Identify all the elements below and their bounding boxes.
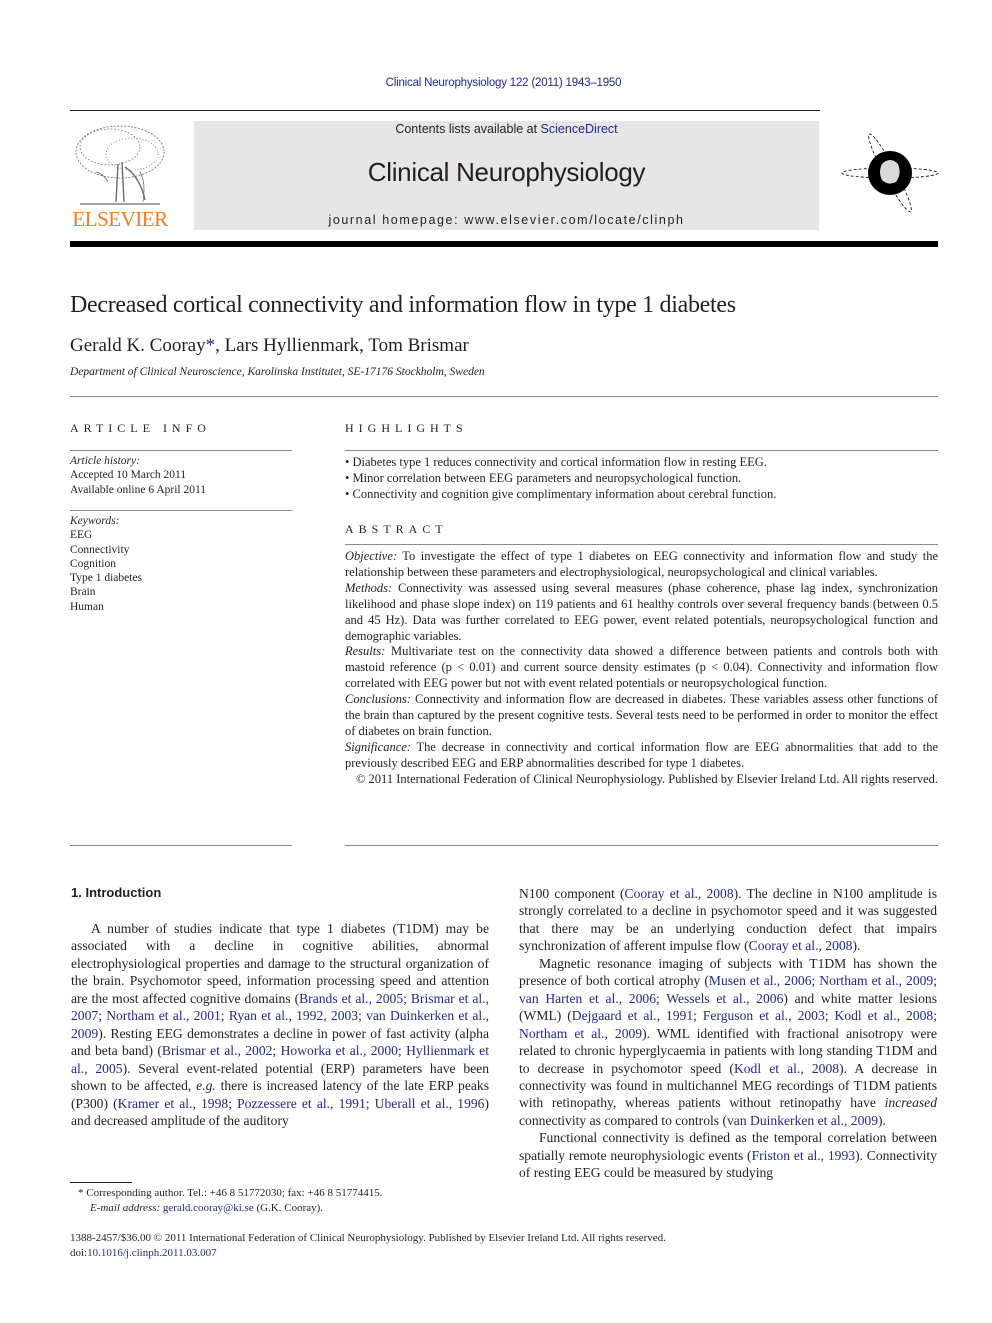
- sciencedirect-link[interactable]: ScienceDirect: [541, 122, 618, 136]
- body-text: N100 component (: [519, 886, 625, 901]
- abstract-objective: Objective: To investigate the effect of …: [345, 549, 938, 581]
- abstract-text: Connectivity and information flow are de…: [345, 692, 938, 738]
- abstract-copyright: © 2011 International Federation of Clini…: [355, 771, 938, 786]
- highlight-item: • Minor correlation between EEG paramete…: [345, 471, 742, 485]
- divider: [345, 450, 938, 451]
- article-title: Decreased cortical connectivity and info…: [70, 292, 736, 318]
- contents-prefix: Contents lists available at: [395, 122, 541, 136]
- abstract-results: Results: Multivariate test on the connec…: [345, 644, 938, 692]
- keyword: Brain: [70, 586, 96, 599]
- email-link[interactable]: gerald.cooray@ki.se: [163, 1202, 254, 1214]
- article-info-heading: ARTICLE INFO: [70, 421, 211, 435]
- abstract-heading: ABSTRACT: [345, 522, 448, 536]
- footnote-rule: [70, 1182, 132, 1183]
- divider: [70, 450, 292, 451]
- footnote-text: Corresponding author. Tel.: +46 8 517720…: [83, 1187, 383, 1199]
- citation-link[interactable]: Kramer et al., 1998; Pozzessere et al., …: [118, 1096, 485, 1111]
- paragraph: Functional connectivity is defined as th…: [519, 1129, 937, 1181]
- abstract-body: Objective: To investigate the effect of …: [345, 549, 938, 788]
- author-separator: ,: [215, 335, 225, 356]
- citation-link[interactable]: Friston et al., 1993: [752, 1148, 855, 1163]
- citation-link[interactable]: Cooray et al., 2008: [625, 886, 734, 901]
- keyword: Human: [70, 600, 104, 613]
- highlights-list: • Diabetes type 1 reduces connectivity a…: [345, 454, 776, 502]
- contents-line: Contents lists available at ScienceDirec…: [194, 122, 819, 136]
- email-note: E-mail address: gerald.cooray@ki.se (G.K…: [78, 1201, 382, 1216]
- abstract-text: Connectivity was assessed using several …: [345, 580, 938, 643]
- abstract-significance: Significance: The decrease in connectivi…: [345, 740, 938, 772]
- email-label: E-mail address:: [90, 1202, 161, 1214]
- divider: [345, 845, 938, 846]
- abstract-text: Multivariate test on the connectivity da…: [345, 644, 938, 691]
- abstract-label: Conclusions:: [345, 692, 411, 707]
- history-accepted: Accepted 10 March 2011: [70, 469, 187, 482]
- history-online: Available online 6 April 2011: [70, 483, 207, 496]
- abstract-conclusions: Conclusions: Connectivity and informatio…: [345, 692, 938, 740]
- divider: [345, 544, 938, 545]
- citation-link[interactable]: van Duinkerken et al., 2009: [727, 1113, 878, 1128]
- doi-link[interactable]: 10.1016/j.clinph.2011.03.007: [87, 1247, 216, 1259]
- corresponding-author-note: * Corresponding author. Tel.: +46 8 5177…: [78, 1186, 382, 1201]
- body-text: ).: [878, 1112, 886, 1128]
- body-text: connectivity as compared to controls (: [519, 1112, 727, 1128]
- abstract-label: Objective:: [345, 549, 398, 563]
- author-name: Gerald K. Cooray: [70, 335, 206, 356]
- neurophysiology-emblem-icon: [841, 133, 939, 213]
- abstract-text: To investigate the effect of type 1 diab…: [345, 549, 938, 579]
- doi-line: doi:10.1016/j.clinph.2011.03.007: [70, 1246, 666, 1261]
- body-text: ).: [852, 938, 861, 954]
- page-footer: 1388-2457/$36.00 © 2011 International Fe…: [70, 1231, 666, 1261]
- highlight-item: • Diabetes type 1 reduces connectivity a…: [345, 455, 767, 469]
- author-list: Gerald K. Cooray*, Lars Hyllienmark, Tom…: [70, 335, 469, 357]
- society-logo: [840, 128, 940, 218]
- body-column-left: A number of studies indicate that type 1…: [71, 920, 489, 1129]
- paragraph: A number of studies indicate that type 1…: [71, 920, 489, 1129]
- emphasis-text: e.g.: [196, 1078, 216, 1094]
- author-name: Tom Brismar: [368, 335, 469, 356]
- header-rule: [70, 110, 820, 111]
- paragraph: Magnetic resonance imaging of subjects w…: [519, 955, 937, 1130]
- paragraph: N100 component (Cooray et al., 2008). Th…: [519, 885, 937, 955]
- journal-masthead: Contents lists available at ScienceDirec…: [194, 121, 819, 230]
- body-column-right: N100 component (Cooray et al., 2008). Th…: [519, 885, 937, 1182]
- abstract-text: The decrease in connectivity and cortica…: [345, 739, 938, 770]
- abstract-label: Significance:: [345, 739, 411, 754]
- section-heading: 1. Introduction: [71, 885, 162, 900]
- highlights-heading: HIGHLIGHTS: [345, 421, 468, 435]
- tree-icon: [75, 125, 165, 205]
- elsevier-wordmark: ELSEVIER: [72, 207, 168, 231]
- email-suffix: (G.K. Cooray).: [253, 1202, 324, 1214]
- article-history: Article history: Accepted 10 March 2011 …: [70, 454, 206, 497]
- elsevier-logo[interactable]: ELSEVIER: [70, 122, 170, 232]
- divider: [70, 845, 292, 846]
- keywords: Keywords: EEG Connectivity Cognition Typ…: [70, 514, 142, 614]
- doi-prefix: doi:: [70, 1247, 88, 1259]
- emphasis-text: increased: [884, 1095, 937, 1111]
- citation-link[interactable]: Kodl et al., 2008: [734, 1061, 839, 1076]
- keywords-label: Keywords:: [70, 515, 120, 527]
- corresponding-author-mark[interactable]: *: [206, 335, 216, 356]
- issn-line: 1388-2457/$36.00 © 2011 International Fe…: [70, 1232, 666, 1244]
- keyword: Cognition: [70, 557, 117, 570]
- divider: [70, 510, 292, 511]
- affiliation: Department of Clinical Neuroscience, Kar…: [70, 366, 485, 378]
- history-label: Article history:: [70, 455, 140, 467]
- keyword: Type 1 diabetes: [70, 572, 143, 585]
- footnote: * Corresponding author. Tel.: +46 8 5177…: [78, 1186, 382, 1216]
- highlight-item: • Connectivity and cognition give compli…: [345, 487, 777, 501]
- abstract-label: Methods:: [345, 580, 393, 595]
- title-rule: [70, 396, 938, 397]
- abstract-methods: Methods: Connectivity was assessed using…: [345, 581, 938, 645]
- running-head[interactable]: Clinical Neurophysiology 122 (2011) 1943…: [0, 77, 992, 89]
- author-name: Lars Hyllienmark: [224, 335, 360, 356]
- keyword: EEG: [70, 529, 93, 542]
- masthead-rule: [70, 241, 938, 247]
- journal-title[interactable]: Clinical Neurophysiology: [194, 157, 819, 188]
- citation-link[interactable]: Cooray et al., 2008: [749, 938, 853, 953]
- keyword: Connectivity: [70, 543, 130, 556]
- author-separator: ,: [359, 335, 369, 356]
- journal-homepage-link[interactable]: journal homepage: www.elsevier.com/locat…: [194, 213, 819, 227]
- abstract-label: Results:: [345, 644, 386, 659]
